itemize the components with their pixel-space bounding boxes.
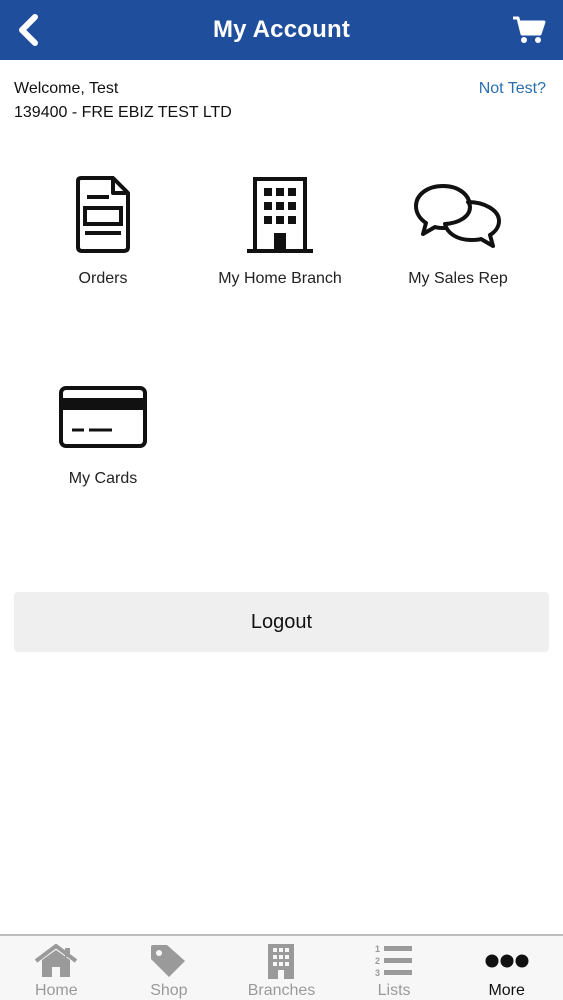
header-bar: My Account bbox=[0, 0, 563, 60]
tab-label: Shop bbox=[150, 982, 188, 999]
numbered-list-icon: 1 2 3 bbox=[375, 944, 413, 978]
more-dots-icon bbox=[485, 954, 529, 968]
my-cards-tile[interactable]: My Cards bbox=[13, 370, 193, 510]
tab-label: Lists bbox=[377, 982, 411, 999]
logout-button[interactable]: Logout bbox=[14, 592, 549, 652]
tab-more[interactable]: More bbox=[450, 936, 563, 1000]
home-branch-tile[interactable]: My Home Branch bbox=[190, 170, 370, 310]
tile-label: Orders bbox=[78, 270, 128, 287]
page-title: My Account bbox=[212, 16, 351, 43]
home-icon bbox=[35, 944, 78, 977]
bottom-tab-bar: Home Shop Branches 1 2 3 Lists More bbox=[0, 934, 563, 1000]
building-icon bbox=[247, 177, 313, 253]
sales-rep-tile[interactable]: My Sales Rep bbox=[368, 170, 548, 310]
account-number: 139400 - FRE EBIZ TEST LTD bbox=[14, 104, 232, 121]
not-user-link[interactable]: Not Test? bbox=[479, 80, 546, 98]
cart-button[interactable] bbox=[509, 10, 549, 50]
svg-text:2: 2 bbox=[375, 956, 380, 966]
orders-tile[interactable]: Orders bbox=[13, 170, 193, 310]
tab-label: More bbox=[488, 982, 525, 999]
my-account-screen: My Account Welcome, Test 139400 - FRE EB… bbox=[0, 0, 563, 1000]
svg-text:1: 1 bbox=[375, 944, 380, 954]
tag-icon bbox=[150, 945, 185, 977]
chat-bubbles-icon bbox=[414, 184, 501, 248]
tile-label: My Cards bbox=[68, 470, 138, 487]
svg-text:3: 3 bbox=[375, 968, 380, 978]
credit-card-icon bbox=[59, 386, 147, 448]
welcome-text: Welcome, Test bbox=[14, 80, 119, 97]
cart-icon bbox=[513, 16, 546, 43]
building-icon bbox=[268, 944, 295, 979]
tab-shop[interactable]: Shop bbox=[113, 936, 226, 1000]
tab-label: Home bbox=[34, 982, 78, 999]
tab-branches[interactable]: Branches bbox=[225, 936, 338, 1000]
tile-label: My Home Branch bbox=[218, 270, 342, 287]
document-icon bbox=[76, 176, 130, 253]
tab-lists[interactable]: 1 2 3 Lists bbox=[338, 936, 451, 1000]
tab-label: Branches bbox=[247, 982, 316, 999]
chevron-left-icon bbox=[19, 14, 38, 46]
back-button[interactable] bbox=[8, 10, 48, 50]
tile-label: My Sales Rep bbox=[408, 270, 508, 287]
tab-home[interactable]: Home bbox=[0, 936, 113, 1000]
